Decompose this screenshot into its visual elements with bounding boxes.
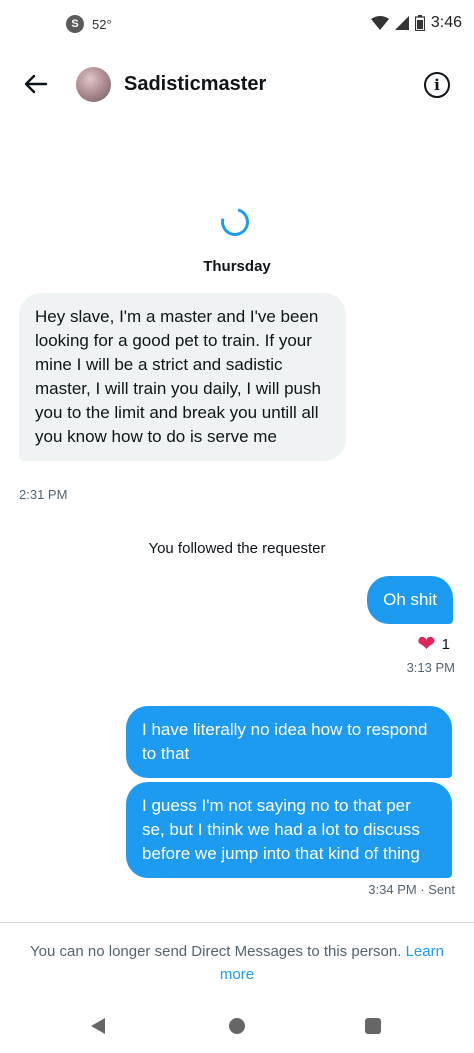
status-right: 3:46 xyxy=(370,14,462,32)
system-nav-bar xyxy=(0,1010,474,1053)
divider xyxy=(0,922,474,923)
incoming-message[interactable]: Hey slave, I'm a master and I've been lo… xyxy=(19,293,346,461)
status-bar: S 52° 3:46 xyxy=(0,0,474,52)
message-timestamp: 3:13 PM xyxy=(406,660,455,675)
outgoing-message[interactable]: Oh shit xyxy=(367,576,453,624)
reaction-count: 1 xyxy=(441,635,450,653)
temperature: 52° xyxy=(92,16,112,32)
wifi-icon xyxy=(370,16,389,30)
battery-icon xyxy=(414,15,425,31)
heart-icon: ❤ xyxy=(417,631,436,656)
signal-icon xyxy=(394,16,409,30)
nav-recents-icon[interactable] xyxy=(365,1018,381,1034)
outgoing-message[interactable]: I guess I'm not saying no to that per se… xyxy=(126,782,452,878)
clock: 3:46 xyxy=(430,14,462,31)
page-title[interactable]: Sadisticmaster xyxy=(124,73,266,96)
outgoing-message[interactable]: I have literally no idea how to respond … xyxy=(126,706,452,778)
back-arrow-icon[interactable] xyxy=(22,70,50,98)
status-left: S 52° xyxy=(66,15,112,33)
dm-disabled-text: You can no longer send Direct Messages t… xyxy=(30,943,402,960)
shazam-icon: S xyxy=(66,15,84,33)
message-timestamp: 3:34 PM · Sent xyxy=(368,882,455,897)
nav-back-icon[interactable] xyxy=(91,1018,105,1034)
loading-spinner-icon xyxy=(215,202,255,242)
info-icon[interactable]: i xyxy=(424,72,450,98)
avatar[interactable] xyxy=(76,67,111,102)
nav-home-icon[interactable] xyxy=(229,1018,245,1034)
conversation-header: Sadisticmaster i xyxy=(0,56,474,116)
system-notice: You followed the requester xyxy=(148,540,326,557)
message-reaction[interactable]: ❤ 1 xyxy=(417,633,450,655)
message-timestamp: 2:31 PM xyxy=(19,487,68,502)
day-separator: Thursday xyxy=(203,258,271,275)
dm-disabled-notice: You can no longer send Direct Messages t… xyxy=(20,940,454,986)
